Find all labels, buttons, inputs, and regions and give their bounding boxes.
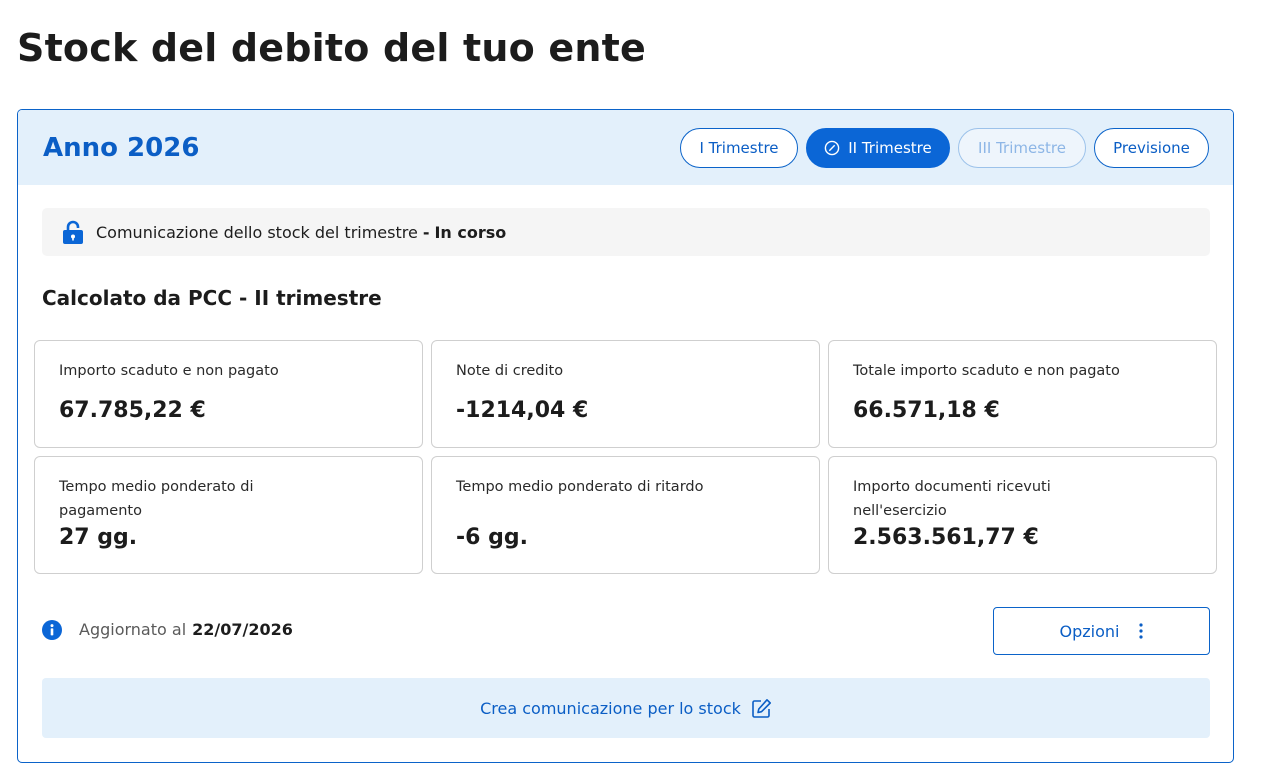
- tile-value: -6 gg.: [456, 525, 528, 550]
- tab-forecast[interactable]: Previsione: [1094, 127, 1209, 168]
- tile-value: 27 gg.: [59, 525, 138, 550]
- tile-value: 67.785,22 €: [59, 398, 206, 423]
- tab-third-quarter: III Trimestre: [958, 127, 1086, 168]
- lock-icon: [62, 220, 84, 245]
- more-vertical-icon: [1139, 623, 1144, 639]
- tab-label: Previsione: [1113, 138, 1190, 157]
- tile-value: -1214,04 €: [456, 398, 589, 423]
- year-title: Anno 2026: [43, 132, 200, 163]
- tile-label: Importo documenti ricevuti nell'esercizi…: [853, 475, 1051, 523]
- page-title: Stock del debito del tuo ente: [17, 26, 646, 70]
- tile-label-line: Importo documenti ricevuti: [853, 479, 1051, 495]
- tab-first-quarter[interactable]: I Trimestre: [680, 127, 798, 168]
- status-text: Comunicazione dello stock del trimestre: [96, 222, 418, 242]
- tile-received-documents: Importo documenti ricevuti nell'esercizi…: [828, 456, 1217, 574]
- tile-label-line: nell'esercizio: [853, 503, 947, 519]
- tile-value: 2.563.561,77 €: [853, 525, 1039, 550]
- check-circle-icon: [824, 140, 840, 156]
- tile-avg-delay-time: Tempo medio ponderato di ritardo -6 gg.: [431, 456, 820, 574]
- tile-label: Tempo medio ponderato di ritardo: [456, 479, 704, 495]
- tile-label-line: pagamento: [59, 503, 142, 519]
- tile-label-line: Tempo medio ponderato di: [59, 479, 254, 495]
- tile-overdue-amount: Importo scaduto e non pagato 67.785,22 €: [34, 340, 423, 448]
- tab-label: I Trimestre: [699, 138, 779, 157]
- create-communication-label: Crea comunicazione per lo stock: [480, 698, 741, 718]
- updated-label: Aggiornato al: [79, 620, 187, 639]
- status-bar: Comunicazione dello stock del trimestre …: [42, 208, 1210, 256]
- tile-total-overdue: Totale importo scaduto e non pagato 66.5…: [828, 340, 1217, 448]
- card-header: Anno 2026 I Trimestre II Trimestre III T…: [18, 110, 1233, 185]
- tile-label: Note di credito: [456, 363, 564, 379]
- stock-card: Anno 2026 I Trimestre II Trimestre III T…: [17, 109, 1234, 763]
- quarter-tabs: I Trimestre II Trimestre III Trimestre P…: [680, 127, 1209, 168]
- footer-row: Aggiornato al 22/07/2026 Opzioni: [42, 607, 1210, 666]
- tab-label: III Trimestre: [978, 138, 1066, 157]
- tab-second-quarter[interactable]: II Trimestre: [806, 127, 950, 168]
- tile-label: Tempo medio ponderato di pagamento: [59, 475, 254, 523]
- tile-avg-payment-time: Tempo medio ponderato di pagamento 27 gg…: [34, 456, 423, 574]
- status-separator: -: [422, 222, 430, 242]
- create-communication-button[interactable]: Crea comunicazione per lo stock: [42, 678, 1210, 738]
- tile-label: Totale importo scaduto e non pagato: [853, 363, 1120, 379]
- options-button[interactable]: Opzioni: [993, 607, 1210, 655]
- tile-credit-notes: Note di credito -1214,04 €: [431, 340, 820, 448]
- updated-info: Aggiornato al 22/07/2026: [79, 620, 293, 639]
- tile-label: Importo scaduto e non pagato: [59, 363, 279, 379]
- tab-label: II Trimestre: [848, 138, 932, 157]
- info-icon: [42, 620, 62, 644]
- edit-icon: [751, 698, 772, 719]
- status-value: In corso: [434, 222, 507, 242]
- tile-value: 66.571,18 €: [853, 398, 1000, 423]
- options-label: Opzioni: [1059, 621, 1120, 641]
- section-title: Calcolato da PCC - II trimestre: [42, 286, 382, 310]
- updated-date: 22/07/2026: [192, 620, 293, 639]
